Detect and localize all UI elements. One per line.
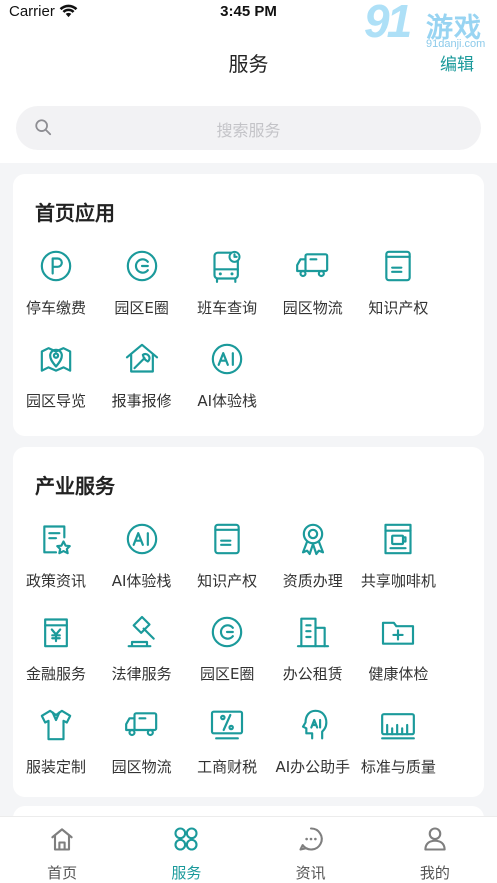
- tab-item[interactable]: 我的: [373, 817, 497, 883]
- book-icon: [207, 519, 247, 559]
- tab-item[interactable]: 资讯: [249, 817, 373, 883]
- service-item-label: 停车缴费: [25, 299, 86, 317]
- tab-label: 首页: [47, 864, 78, 882]
- gavel-icon: [122, 612, 162, 652]
- service-item-label: 知识产权: [368, 299, 429, 317]
- award-ribbon-icon: [293, 519, 333, 559]
- service-item-label: AI体验栈: [197, 392, 258, 410]
- watermark-number: 91: [364, 0, 412, 47]
- service-item[interactable]: 资质办理: [270, 519, 356, 612]
- service-grid: 政策资讯 AI体验栈 知识产权 资质办理 共享咖啡机金融服务 法律服务 园区E圈 办公租赁 健康…: [13, 519, 484, 798]
- service-item-label: 资质办理: [282, 572, 343, 590]
- service-item[interactable]: 知识产权: [355, 246, 441, 339]
- service-item[interactable]: 报事报修: [99, 339, 185, 432]
- service-item[interactable]: 健康体检: [355, 612, 441, 705]
- book-icon: [378, 246, 418, 286]
- industry-services-section: 产业服务 政策资讯 AI体验栈 知识产权 资质办理 共享咖啡机金融服务 法律服务 园区E圈 办…: [13, 447, 484, 797]
- e-circle-icon: [207, 612, 247, 652]
- tax-percent-icon: [207, 705, 247, 745]
- service-item[interactable]: 工商财税: [184, 705, 270, 798]
- service-item-label: 标准与质量: [360, 758, 436, 776]
- home-apps-section: 首页应用 停车缴费 园区E圈 班车查询 园区物流 知识产权园区导览 报事报修 AI体验栈: [13, 174, 484, 436]
- service-item[interactable]: 园区E圈: [99, 246, 185, 339]
- tab-item[interactable]: 首页: [0, 817, 124, 883]
- service-item-label: 共享咖啡机: [360, 572, 436, 590]
- service-item[interactable]: 共享咖啡机: [355, 519, 441, 612]
- service-item[interactable]: AI体验栈: [184, 339, 270, 432]
- service-item[interactable]: 园区E圈: [184, 612, 270, 705]
- ai-icon: [207, 339, 247, 379]
- search-placeholder: 搜索服务: [216, 121, 281, 140]
- service-item-label: 健康体检: [368, 665, 429, 683]
- section-title: 首页应用: [35, 201, 115, 225]
- service-item-label: 办公租赁: [282, 665, 343, 683]
- service-item[interactable]: 政策资讯: [13, 519, 99, 612]
- policy-doc-icon: [36, 519, 76, 559]
- clover-icon: [172, 825, 200, 853]
- truck-icon: [293, 246, 333, 286]
- service-item[interactable]: 班车查询: [184, 246, 270, 339]
- service-item[interactable]: 法律服务: [99, 612, 185, 705]
- tab-item[interactable]: 服务: [124, 817, 248, 883]
- e-circle-icon: [122, 246, 162, 286]
- service-grid: 停车缴费 园区E圈 班车查询 园区物流 知识产权园区导览 报事报修 AI体验栈: [13, 246, 484, 432]
- service-item-label: AI办公助手: [275, 758, 351, 776]
- service-item-label: AI体验栈: [111, 572, 172, 590]
- person-icon: [421, 825, 449, 853]
- finance-yen-icon: [36, 612, 76, 652]
- service-item[interactable]: AI体验栈: [99, 519, 185, 612]
- tab-label: 服务: [171, 864, 202, 882]
- service-item[interactable]: 知识产权: [184, 519, 270, 612]
- service-item-label: 法律服务: [111, 665, 172, 683]
- coffee-machine-icon: [378, 519, 418, 559]
- service-item-label: 报事报修: [111, 392, 172, 410]
- service-item[interactable]: 金融服务: [13, 612, 99, 705]
- chat-bubble-icon: [297, 825, 325, 853]
- service-item[interactable]: 园区导览: [13, 339, 99, 432]
- top-area: Carrier 3:45 PM 91 游戏 91danji.com 服务 编辑 …: [0, 0, 497, 163]
- service-item[interactable]: AI办公助手: [270, 705, 356, 798]
- parking-icon: [36, 246, 76, 286]
- service-item-label: 知识产权: [197, 572, 258, 590]
- office-building-icon: [293, 612, 333, 652]
- tab-label: 我的: [419, 864, 450, 882]
- page-title: 服务: [228, 52, 269, 76]
- service-item-label: 园区导览: [25, 392, 86, 410]
- service-item-label: 园区物流: [111, 758, 172, 776]
- map-pin-icon: [36, 339, 76, 379]
- edit-button[interactable]: 编辑: [440, 50, 474, 75]
- service-item-label: 工商财税: [197, 758, 258, 776]
- tab-label: 资讯: [295, 864, 326, 882]
- tab-bar: 首页 服务 资讯 我的: [0, 816, 497, 883]
- shirt-icon: [36, 705, 76, 745]
- service-item-label: 金融服务: [25, 665, 86, 683]
- service-item[interactable]: 园区物流: [270, 246, 356, 339]
- service-item-label: 园区E圈: [114, 299, 169, 317]
- service-item-label: 园区物流: [282, 299, 343, 317]
- ruler-icon: [378, 705, 418, 745]
- section-title: 产业服务: [35, 474, 115, 498]
- service-item[interactable]: 园区物流: [99, 705, 185, 798]
- truck-icon: [122, 705, 162, 745]
- service-item-label: 服装定制: [25, 758, 86, 776]
- repair-house-icon: [122, 339, 162, 379]
- health-folder-icon: [378, 612, 418, 652]
- shuttle-bus-icon: [207, 246, 247, 286]
- service-item-label: 园区E圈: [199, 665, 255, 683]
- home-icon: [48, 825, 76, 853]
- ai-icon: [122, 519, 162, 559]
- service-item-label: 班车查询: [197, 299, 258, 317]
- service-item[interactable]: 服装定制: [13, 705, 99, 798]
- service-item[interactable]: 办公租赁: [270, 612, 356, 705]
- service-item-label: 政策资讯: [25, 572, 86, 590]
- service-item[interactable]: 停车缴费: [13, 246, 99, 339]
- service-item[interactable]: 标准与质量: [355, 705, 441, 798]
- search-input[interactable]: 搜索服务: [16, 106, 481, 150]
- ai-head-icon: [293, 705, 333, 745]
